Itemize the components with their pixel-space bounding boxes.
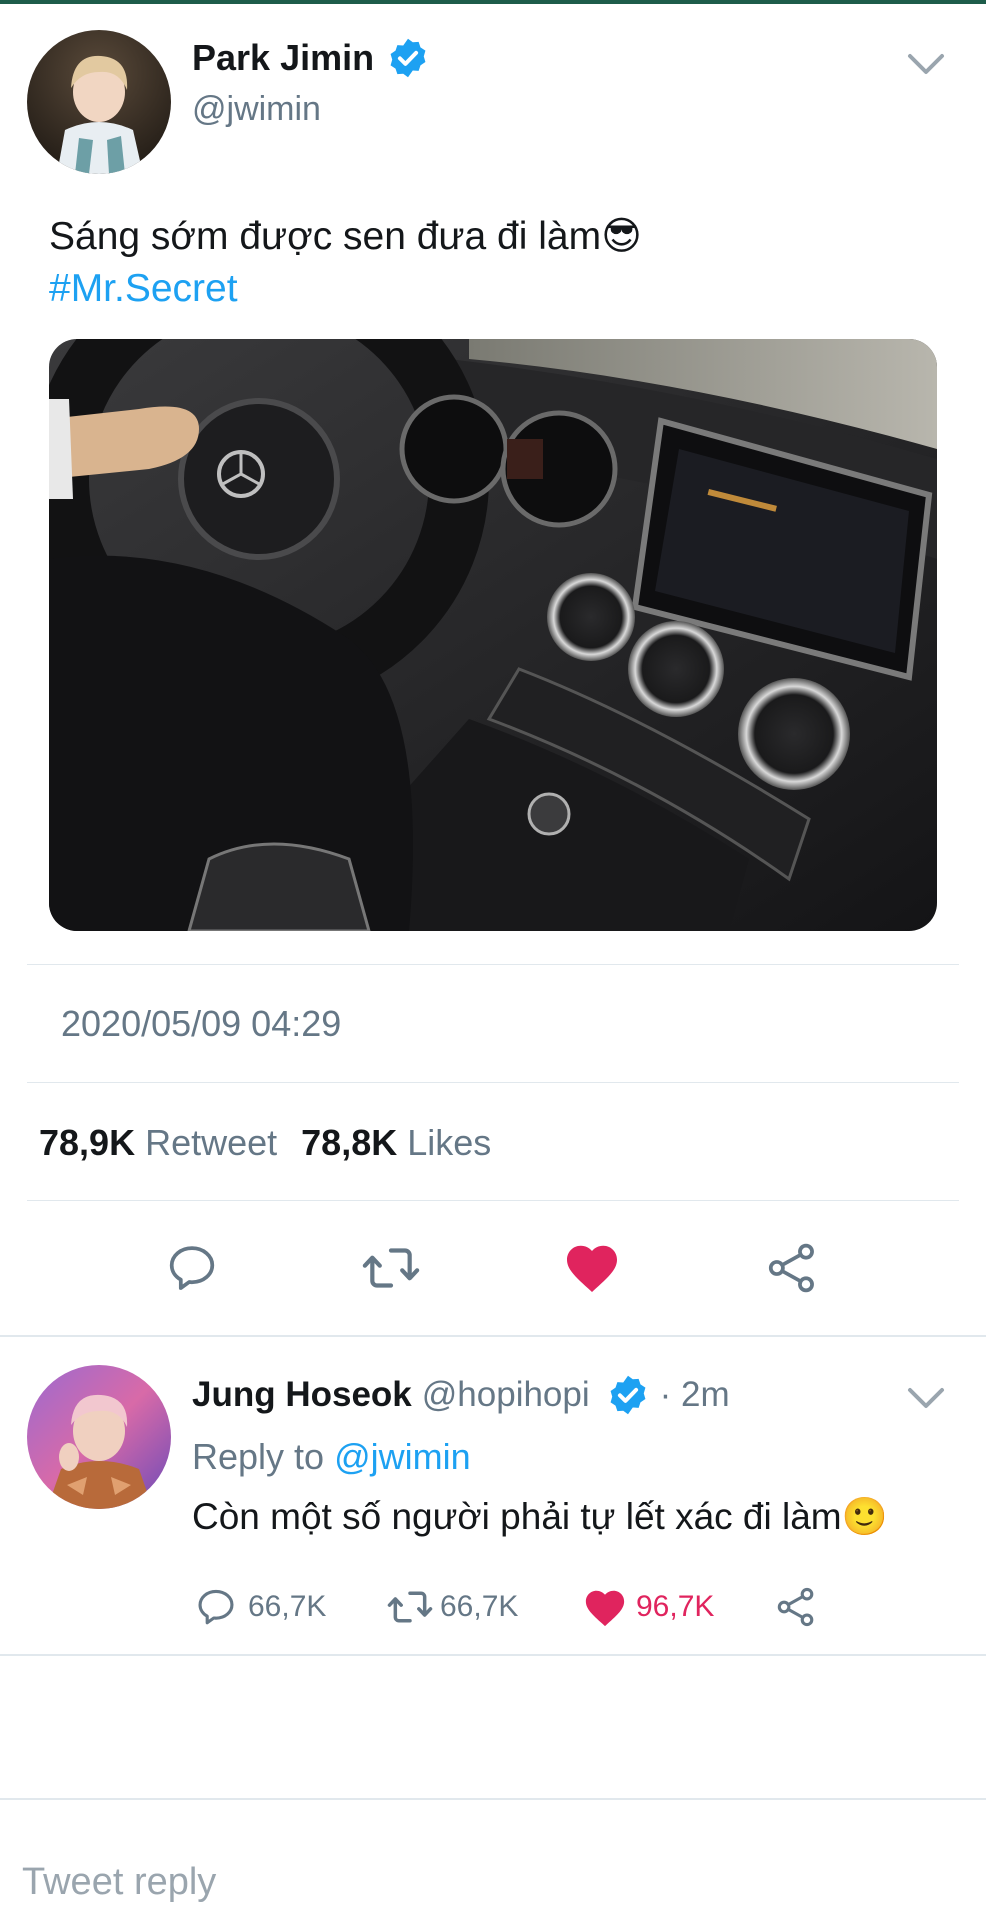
retweet-label[interactable]: Retweet [145,1122,277,1164]
tweet-reply-input[interactable] [22,1856,942,1908]
retweet-icon [362,1248,420,1288]
reply-to-label: Reply to [192,1436,325,1477]
tweet-stats: 78,9K Retweet 78,8K Likes [39,1122,491,1164]
reply-like-count: 96,7K [636,1590,715,1623]
reply-share-button[interactable] [774,1585,818,1629]
section-divider [0,1654,986,1656]
divider [27,1200,959,1201]
verified-badge-icon [606,1373,650,1417]
like-count[interactable]: 78,8K [301,1122,397,1164]
reply-retweet-button[interactable]: 66,7K [386,1585,518,1629]
retweet-icon [387,1591,433,1623]
composer-divider [0,1798,986,1800]
author-avatar[interactable] [27,30,171,174]
reply-text: Còn một số người phải tự lết xác đi làm🙂 [192,1496,888,1537]
author-name[interactable]: Park Jimin [192,37,374,79]
like-button[interactable] [562,1238,622,1296]
top-accent-bar [0,0,986,4]
reply-author-name[interactable]: Jung Hoseok [192,1375,412,1415]
retweet-count[interactable]: 78,9K [39,1122,135,1164]
reply-time: · 2m [659,1375,730,1414]
section-divider [0,1335,986,1337]
reply-icon [198,1589,234,1625]
reply-like-button[interactable]: 96,7K [582,1585,714,1629]
reply-retweet-count: 66,7K [440,1590,519,1623]
share-button[interactable] [764,1240,820,1296]
retweet-button[interactable] [360,1240,422,1296]
hashtag-link[interactable]: #Mr.Secret [49,264,238,314]
reply-button[interactable] [164,1240,220,1296]
share-icon [777,1587,814,1627]
tweet-image[interactable] [49,339,937,931]
like-icon [585,1590,625,1627]
reply-icon [169,1246,215,1290]
like-icon [567,1245,617,1292]
tweet-timestamp: 2020/05/09 04:29 [61,1003,342,1044]
verified-badge-icon [386,36,430,80]
chevron-down-icon[interactable] [904,46,948,82]
tweet-text: Sáng sớm được sen đưa đi làm😎 [49,215,642,258]
divider [27,1082,959,1083]
chevron-down-icon[interactable] [904,1380,948,1416]
reply-author-handle[interactable]: @hopihopi [422,1375,590,1415]
like-label[interactable]: Likes [407,1122,491,1164]
reply-author-avatar[interactable] [27,1365,171,1509]
reply-to-handle[interactable]: @jwimin [334,1436,471,1477]
reply-count: 66,7K [248,1590,327,1623]
author-handle[interactable]: @jwimin [192,90,321,129]
share-icon [768,1243,814,1293]
reply-reply-button[interactable]: 66,7K [194,1585,326,1629]
divider [27,964,959,965]
